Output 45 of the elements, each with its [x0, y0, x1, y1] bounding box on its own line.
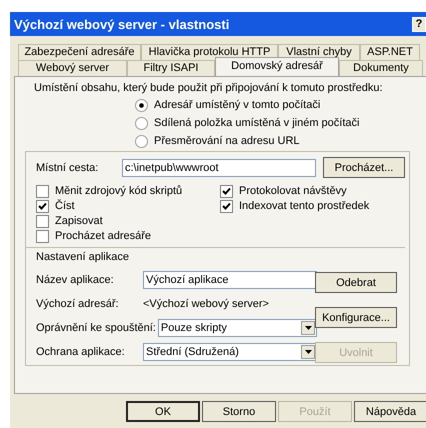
- radio-button[interactable]: [135, 116, 148, 130]
- radio-label: Sdílená položka umístěná v jiném počítači: [154, 117, 360, 129]
- checkbox[interactable]: [36, 214, 49, 228]
- prompt-text: Umístění obsahu, který bude použit při připojování k tomuto prostředku:: [33, 82, 384, 94]
- field-label: Výchozí adresář:: [36, 298, 120, 310]
- tab[interactable]: Dokumenty: [339, 60, 423, 76]
- field-value: <Výchozí webový server>: [143, 298, 269, 310]
- field-label: Ochrana aplikace:: [36, 346, 126, 358]
- checkbox-label: Zapisovat: [55, 215, 103, 227]
- checkbox-label: Měnit zdrojový kód skriptů: [55, 185, 182, 197]
- execute-permissions-dropdown[interactable]: Pouze skripty: [158, 319, 317, 337]
- radio-button[interactable]: [135, 98, 148, 112]
- field-label: Název aplikace:: [36, 274, 115, 286]
- tab[interactable]: Webový server: [18, 60, 127, 76]
- browse-button[interactable]: Procházet...: [323, 157, 405, 178]
- checkbox-label: Číst: [55, 200, 75, 212]
- radio-button[interactable]: [135, 134, 148, 148]
- help-button[interactable]: ?: [412, 16, 426, 32]
- tab[interactable]: ASP.NET: [360, 44, 420, 60]
- app-name-field[interactable]: Výchozí aplikace: [143, 271, 317, 289]
- tab[interactable]: Domovský adresář: [215, 57, 339, 76]
- checkbox-label: Indexovat tento prostředek: [239, 200, 370, 212]
- window-title: Výchozí webový server - vlastnosti: [14, 16, 230, 32]
- dialog-button[interactable]: Nápověda: [354, 401, 426, 422]
- section-heading: Nastavení aplikace: [36, 251, 130, 263]
- dialog-button[interactable]: Storno: [202, 401, 276, 422]
- dialog-button[interactable]: OK: [126, 401, 200, 422]
- checkbox-label: Protokolovat návštěvy: [239, 185, 347, 197]
- path-field[interactable]: c:\inetpub\wwwroot: [122, 158, 316, 176]
- checkbox[interactable]: [220, 200, 233, 212]
- protection-dropdown[interactable]: Střední (Sdružená): [143, 343, 317, 361]
- checkbox[interactable]: [36, 230, 49, 242]
- tab[interactable]: Zabezpečení adresáře: [18, 44, 141, 60]
- checkbox[interactable]: [220, 184, 233, 198]
- tab[interactable]: Filtry ISAPI: [127, 60, 215, 76]
- configure-button[interactable]: Konfigurace...: [315, 307, 397, 328]
- radio-label: Adresář umístěný v tomto počítači: [154, 99, 320, 111]
- field-label: Místní cesta:: [36, 162, 100, 174]
- checkbox-label: Procházet adresáře: [55, 230, 151, 242]
- radio-label: Přesměrování na adresu URL: [154, 135, 300, 147]
- tab[interactable]: Hlavička protokolu HTTP: [141, 44, 278, 60]
- remove-button[interactable]: Odebrat: [315, 272, 397, 293]
- checkbox[interactable]: [36, 200, 49, 212]
- checkbox[interactable]: [36, 184, 49, 198]
- field-label: Oprávnění ke spouštění:: [36, 322, 157, 334]
